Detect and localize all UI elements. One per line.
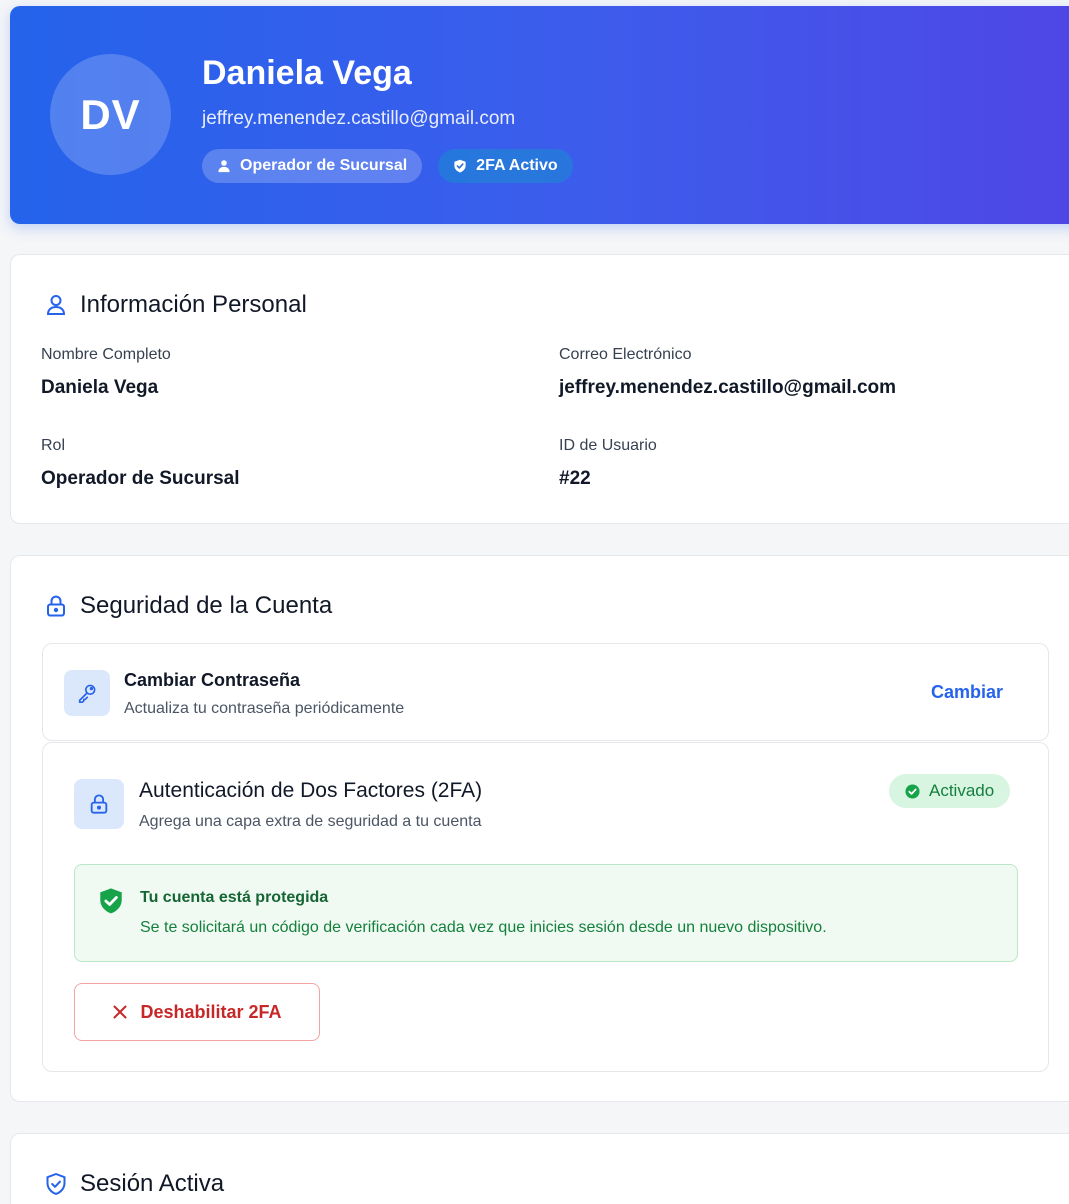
active-session-heading: Sesión Activa bbox=[44, 1170, 224, 1198]
protected-alert: Tu cuenta está protegida Se te solicitar… bbox=[74, 864, 1018, 962]
key-icon-box bbox=[64, 670, 110, 716]
role-value: Operador de Sucursal bbox=[41, 468, 240, 489]
two-factor-description: Agrega una capa extra de seguridad a tu … bbox=[139, 813, 482, 830]
profile-page: DV Daniela Vega jeffrey.menendez.castill… bbox=[0, 0, 1069, 1204]
avatar: DV bbox=[50, 54, 171, 175]
shield-check-icon bbox=[46, 1173, 66, 1195]
security-heading: Seguridad de la Cuenta bbox=[44, 592, 332, 620]
key-icon bbox=[78, 684, 96, 703]
personal-info-title: Información Personal bbox=[80, 291, 307, 318]
personal-info-heading: Información Personal bbox=[44, 291, 307, 319]
active-session-title: Sesión Activa bbox=[80, 1170, 225, 1197]
disable-2fa-label: Deshabilitar 2FA bbox=[140, 1001, 282, 1022]
security-card: Seguridad de la Cuenta Cambiar Contraseñ… bbox=[10, 555, 1069, 1102]
user-id-value: #22 bbox=[559, 468, 591, 489]
lock-icon bbox=[90, 794, 108, 814]
two-factor-section: Autenticación de Dos Factores (2FA) Agre… bbox=[42, 742, 1049, 1072]
shield-check-icon bbox=[454, 159, 466, 173]
close-icon bbox=[113, 1005, 127, 1019]
profile-header: DV Daniela Vega jeffrey.menendez.castill… bbox=[10, 6, 1069, 224]
email-label: Correo Electrónico bbox=[559, 346, 692, 363]
role-label: Rol bbox=[41, 437, 66, 454]
two-factor-title: Autenticación de Dos Factores (2FA) bbox=[139, 779, 483, 802]
active-session-card: Sesión Activa bbox=[10, 1133, 1069, 1204]
change-password-row: Cambiar Contraseña Actualiza tu contrase… bbox=[42, 643, 1049, 741]
protected-alert-title: Tu cuenta está protegida bbox=[140, 889, 329, 906]
disable-2fa-button[interactable]: Deshabilitar 2FA bbox=[74, 983, 320, 1041]
user-id-label: ID de Usuario bbox=[559, 437, 657, 454]
user-icon bbox=[218, 160, 230, 173]
change-password-title: Cambiar Contraseña bbox=[124, 670, 301, 690]
role-badge: Operador de Sucursal bbox=[202, 149, 423, 183]
full-name-value: Daniela Vega bbox=[41, 377, 159, 398]
profile-name: Daniela Vega bbox=[202, 54, 412, 92]
tfa-badge: 2FA Activo bbox=[438, 149, 573, 183]
personal-info-card: Información Personal Nombre Completo Dan… bbox=[10, 254, 1069, 524]
profile-email: jeffrey.menendez.castillo@gmail.com bbox=[202, 108, 516, 129]
lock-icon bbox=[47, 595, 65, 617]
security-title: Seguridad de la Cuenta bbox=[80, 592, 333, 619]
role-badge-label: Operador de Sucursal bbox=[240, 157, 408, 174]
profile-badges: Operador de Sucursal 2FA Activo bbox=[202, 149, 573, 183]
tfa-badge-label: 2FA Activo bbox=[476, 157, 558, 174]
shield-check-icon bbox=[100, 888, 122, 914]
two-factor-status-badge: Activado bbox=[889, 774, 1011, 808]
change-password-description: Actualiza tu contraseña periódicamente bbox=[124, 700, 405, 717]
email-value: jeffrey.menendez.castillo@gmail.com bbox=[559, 377, 897, 398]
check-circle-icon bbox=[905, 783, 920, 799]
lock-icon-box bbox=[74, 779, 124, 829]
two-factor-status-label: Activado bbox=[929, 781, 995, 800]
user-outline-icon bbox=[46, 295, 66, 315]
protected-alert-description: Se te solicitará un código de verificaci… bbox=[140, 919, 827, 936]
change-password-button[interactable]: Cambiar bbox=[931, 682, 1003, 703]
full-name-label: Nombre Completo bbox=[41, 346, 171, 363]
